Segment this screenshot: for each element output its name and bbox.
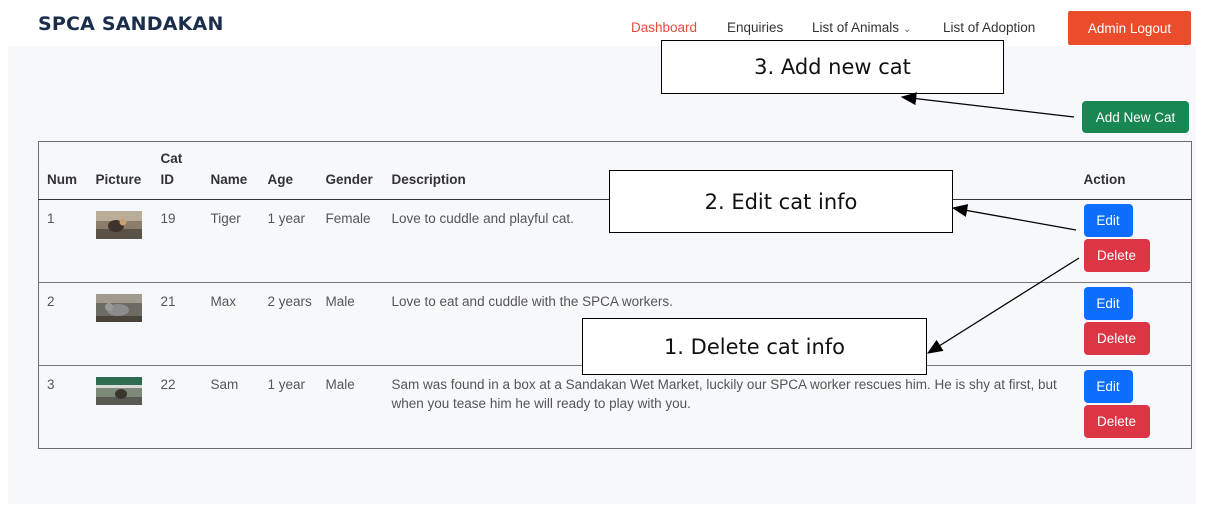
col-picture: Picture [87, 141, 153, 200]
annotation-add-new-cat: 3. Add new cat [661, 40, 1004, 94]
edit-button[interactable]: Edit [1083, 370, 1133, 403]
col-age: Age [259, 141, 318, 200]
cell-age: 2 years [259, 282, 318, 366]
cell-num: 3 [38, 365, 88, 449]
edit-button[interactable]: Edit [1083, 287, 1133, 320]
nav-list-of-adoption[interactable]: List of Adoption [943, 20, 1035, 35]
nav-enquiries[interactable]: Enquiries [727, 20, 783, 35]
cell-name: Tiger [202, 199, 260, 283]
cell-num: 2 [38, 282, 88, 366]
cell-action: Edit Delete [1075, 199, 1192, 283]
cell-cat-id: 22 [152, 365, 203, 449]
nav-dashboard[interactable]: Dashboard [631, 20, 697, 35]
cell-action: Edit Delete [1075, 365, 1192, 449]
cell-cat-id: 19 [152, 199, 203, 283]
annotation-edit-cat-info: 2. Edit cat info [609, 170, 953, 233]
nav-list-of-animals-label: List of Animals [812, 20, 900, 35]
cell-cat-id: 21 [152, 282, 203, 366]
cell-action: Edit Delete [1075, 282, 1192, 366]
cell-age: 1 year [259, 199, 318, 283]
cell-picture [87, 199, 153, 283]
col-gender: Gender [317, 141, 384, 200]
edit-button[interactable]: Edit [1083, 204, 1133, 237]
cat-photo [95, 377, 142, 405]
cell-picture [87, 365, 153, 449]
col-name: Name [202, 141, 260, 200]
annotation-delete-cat-info: 1. Delete cat info [582, 318, 927, 375]
cell-gender: Female [317, 199, 384, 283]
table-row: 3 22 Sam 1 year Male Sam was found in a … [38, 365, 1192, 449]
delete-button[interactable]: Delete [1083, 405, 1150, 438]
nav-list-of-animals[interactable]: List of Animals ⌄ [812, 20, 911, 35]
add-new-cat-button[interactable]: Add New Cat [1082, 101, 1189, 133]
cell-name: Sam [202, 365, 260, 449]
col-cat-id: Cat ID [152, 141, 203, 200]
admin-logout-button[interactable]: Admin Logout [1068, 11, 1191, 45]
cat-photo [95, 211, 142, 239]
cell-description: Sam was found in a box at a Sandakan Wet… [383, 365, 1076, 449]
col-action: Action [1075, 141, 1192, 200]
delete-button[interactable]: Delete [1083, 239, 1150, 272]
cell-gender: Male [317, 282, 384, 366]
col-num: Num [38, 141, 88, 200]
cell-gender: Male [317, 365, 384, 449]
cell-picture [87, 282, 153, 366]
cell-num: 1 [38, 199, 88, 283]
cell-name: Max [202, 282, 260, 366]
delete-button[interactable]: Delete [1083, 322, 1150, 355]
chevron-down-icon: ⌄ [903, 24, 912, 35]
brand-logo: SPCA SANDAKAN [38, 13, 224, 35]
cell-age: 1 year [259, 365, 318, 449]
cat-photo [95, 294, 142, 322]
